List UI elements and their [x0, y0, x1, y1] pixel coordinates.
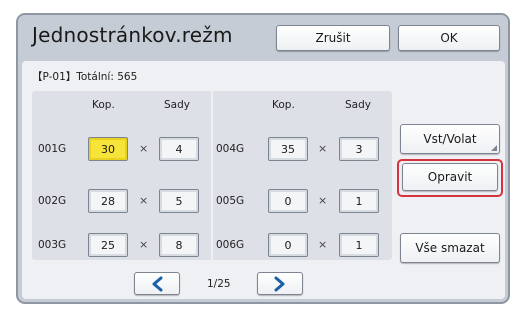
- sets-field[interactable]: 8: [159, 233, 199, 257]
- group-label: 003G: [38, 239, 67, 251]
- copy-settings-panel: Jednostránkov.režm Zrušit OK 【P-01】Totál…: [16, 13, 510, 304]
- group-label: 002G: [38, 195, 67, 207]
- copies-field[interactable]: 30: [88, 137, 128, 161]
- sets-field[interactable]: 4: [159, 137, 199, 161]
- column-header-sets: Sady: [164, 99, 190, 111]
- page-title: Jednostránkov.režm: [32, 23, 233, 47]
- column-header-copies: Kop.: [92, 99, 115, 111]
- correct-button[interactable]: Opravit: [402, 163, 498, 191]
- column-header-sets: Sady: [345, 99, 371, 111]
- copies-field[interactable]: 0: [268, 189, 308, 213]
- multiply-sign: ×: [318, 238, 328, 251]
- sets-field[interactable]: 5: [159, 189, 199, 213]
- submenu-corner-icon: [491, 145, 497, 151]
- group-label: 005G: [216, 195, 245, 207]
- copies-sets-table: Kop. Sady Kop. Sady 001G 30 × 4 004G 35 …: [32, 91, 392, 260]
- prev-page-button[interactable]: [134, 272, 180, 295]
- group-label: 004G: [216, 143, 245, 155]
- header-bar: Jednostránkov.režm Zrušit OK: [18, 15, 508, 59]
- ok-button[interactable]: OK: [398, 25, 500, 51]
- cancel-button[interactable]: Zrušit: [276, 25, 390, 51]
- sets-field[interactable]: 1: [339, 189, 379, 213]
- store-recall-button[interactable]: Vst/Volat: [400, 124, 500, 154]
- clear-all-button[interactable]: Vše smazat: [400, 233, 500, 263]
- store-recall-label: Vst/Volat: [423, 132, 477, 146]
- multiply-sign: ×: [139, 238, 149, 251]
- next-page-button[interactable]: [257, 272, 303, 295]
- group-label: 001G: [38, 143, 67, 155]
- chevron-left-icon: [152, 276, 163, 291]
- sets-field[interactable]: 1: [339, 233, 379, 257]
- content-area: 【P-01】Totální: 565 Kop. Sady Kop. Sady 0…: [22, 61, 505, 299]
- page-indicator: 1/25: [207, 278, 231, 290]
- column-header-copies: Kop.: [272, 99, 295, 111]
- multiply-sign: ×: [139, 194, 149, 207]
- copies-field[interactable]: 0: [268, 233, 308, 257]
- sets-field[interactable]: 3: [339, 137, 379, 161]
- copies-field[interactable]: 25: [88, 233, 128, 257]
- column-divider: [211, 91, 213, 260]
- group-label: 006G: [216, 239, 245, 251]
- copies-field[interactable]: 35: [268, 137, 308, 161]
- multiply-sign: ×: [318, 194, 328, 207]
- multiply-sign: ×: [139, 142, 149, 155]
- program-total-info: 【P-01】Totální: 565: [32, 71, 138, 83]
- chevron-right-icon: [274, 276, 285, 291]
- copies-field[interactable]: 28: [88, 189, 128, 213]
- multiply-sign: ×: [318, 142, 328, 155]
